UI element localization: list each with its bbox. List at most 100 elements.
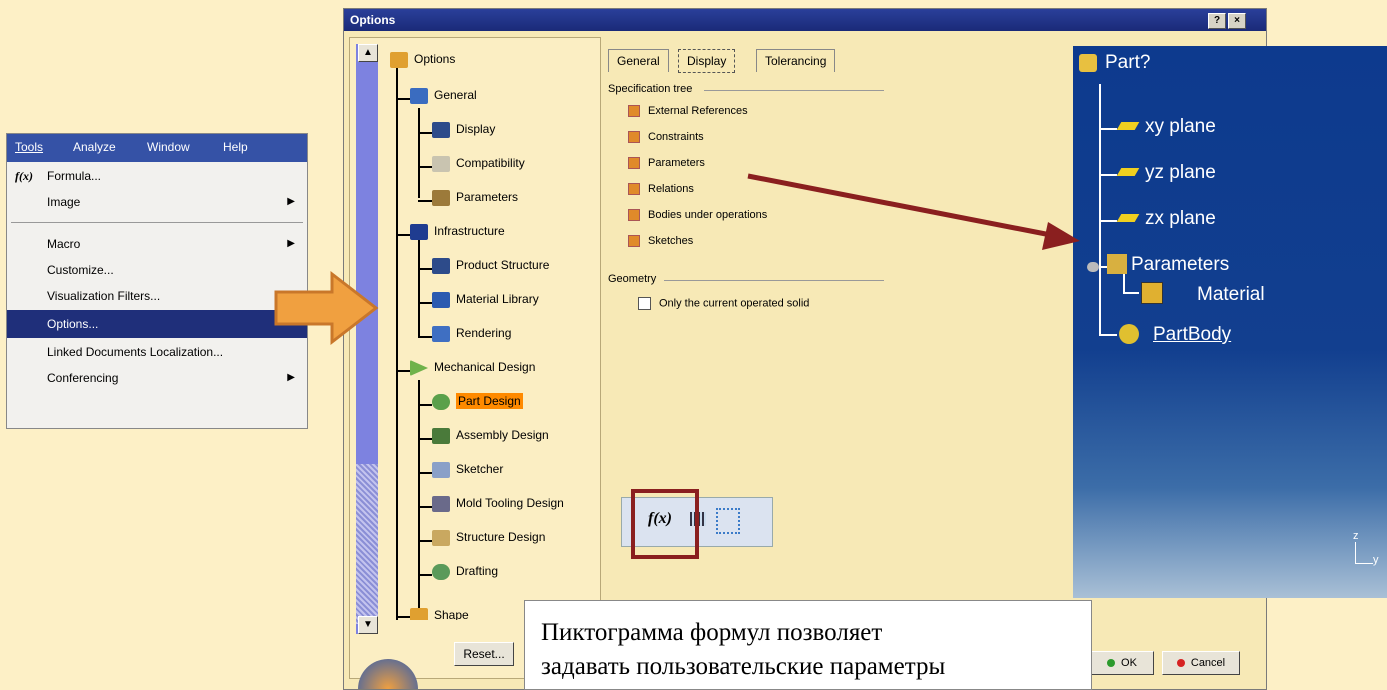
collapse-node-icon[interactable] — [1087, 262, 1099, 272]
infrastructure-icon — [410, 224, 428, 240]
tree-item-xy-plane[interactable]: xy plane — [1145, 116, 1216, 138]
menu-item-image[interactable]: Image ▶ — [7, 188, 307, 216]
checkbox-icon[interactable] — [628, 235, 640, 248]
tab-display[interactable]: Display — [678, 49, 736, 73]
tree-item-part-design[interactable]: Part Design — [432, 393, 523, 410]
checkbox-icon[interactable] — [628, 183, 640, 196]
option-parameters[interactable]: Parameters — [628, 157, 705, 170]
cancel-button[interactable]: Cancel — [1162, 651, 1240, 675]
tree-item-sketcher[interactable]: Sketcher — [432, 462, 503, 478]
tree-item-yz-plane[interactable]: yz plane — [1145, 162, 1216, 184]
tree-item-material-library[interactable]: Material Library — [432, 292, 539, 308]
tree-item-drafting[interactable]: Drafting — [432, 564, 498, 580]
tree-item-parameters[interactable]: Parameters — [432, 190, 518, 206]
caption-line-2: задавать пользовательские параметры — [541, 653, 946, 680]
display-icon — [432, 122, 450, 138]
menu-divider — [11, 222, 303, 223]
option-external-references[interactable]: External References — [628, 105, 748, 118]
formula-menu-icon: f(x) — [15, 169, 33, 183]
option-only-current-solid[interactable]: Only the current operated solid — [638, 297, 809, 310]
option-constraints[interactable]: Constraints — [628, 131, 704, 144]
scroll-down-icon[interactable]: ▼ — [358, 616, 378, 634]
structure-design-icon — [432, 530, 450, 546]
menu-item-conferencing[interactable]: Conferencing ▶ — [7, 364, 307, 392]
tab-general[interactable]: General — [608, 49, 669, 72]
scroll-up-icon[interactable]: ▲ — [358, 44, 378, 62]
tree-item-zx-plane[interactable]: zx plane — [1145, 208, 1216, 230]
mold-tooling-icon — [432, 496, 450, 512]
shape-folder-icon — [410, 608, 428, 620]
menu-item-options[interactable]: Options... — [7, 310, 307, 338]
tree-item-partbody[interactable]: PartBody — [1153, 324, 1231, 346]
axis-y-line — [1355, 563, 1373, 564]
drafting-icon — [432, 564, 450, 580]
menu-help[interactable]: Help — [223, 140, 248, 154]
close-button[interactable]: × — [1228, 13, 1246, 29]
mechanical-design-icon — [410, 360, 428, 376]
red-arrow-icon — [747, 173, 1080, 250]
plane-icon — [1116, 122, 1140, 130]
tree-item-structure-design[interactable]: Structure Design — [432, 530, 545, 546]
tree-item-assembly-design[interactable]: Assembly Design — [432, 428, 549, 444]
options-folder-icon — [390, 52, 408, 68]
sketcher-icon — [432, 462, 450, 478]
orange-arrow-icon — [274, 270, 379, 346]
tree-item-compatibility[interactable]: Compatibility — [432, 156, 525, 172]
tree-item-product-structure[interactable]: Product Structure — [432, 258, 549, 274]
geometry-group-title: Geometry — [608, 273, 657, 285]
checkbox-icon[interactable] — [628, 209, 640, 222]
caption-box: Пиктограмма формул позволяет задавать по… — [524, 600, 1092, 690]
help-button[interactable]: ? — [1208, 13, 1226, 29]
window-titlebar[interactable]: Options ? × — [344, 9, 1266, 31]
submenu-arrow-icon: ▶ — [287, 372, 295, 383]
submenu-arrow-icon: ▶ — [287, 196, 295, 207]
reset-button[interactable]: Reset... — [454, 642, 514, 666]
tree-item-rendering[interactable]: Rendering — [432, 326, 511, 342]
checkbox-icon[interactable] — [628, 157, 640, 170]
options-tree: ▲ ▼ Options General Display Compatibilit… — [349, 37, 601, 679]
tree-item-options[interactable]: Options — [390, 52, 455, 68]
option-sketches[interactable]: Sketches — [628, 235, 693, 248]
tree-item-material[interactable]: Material — [1197, 284, 1265, 306]
ok-button[interactable]: OK — [1090, 651, 1154, 675]
menu-item-visualization-filters[interactable]: Visualization Filters... — [7, 282, 307, 310]
tree-item-parameters[interactable]: Parameters — [1131, 254, 1229, 276]
tree-item-mechanical-design[interactable]: Mechanical Design — [410, 360, 535, 376]
menu-item-formula[interactable]: f(x) Formula... — [7, 162, 307, 190]
partbody-icon — [1119, 324, 1139, 344]
menu-item-linked-documents[interactable]: Linked Documents Localization... — [7, 338, 307, 366]
empty-checkbox-icon[interactable] — [638, 297, 651, 310]
menu-item-macro[interactable]: Macro ▶ — [7, 230, 307, 258]
rendering-icon — [432, 326, 450, 342]
window-title: Options — [350, 13, 396, 27]
checkbox-icon[interactable] — [628, 105, 640, 118]
menu-window[interactable]: Window — [147, 140, 190, 154]
tree-item-display[interactable]: Display — [432, 122, 495, 138]
axis-y-label: y — [1373, 554, 1379, 566]
option-relations[interactable]: Relations — [628, 183, 694, 196]
formula-highlight-box — [631, 489, 699, 559]
plane-icon — [1116, 168, 1140, 176]
checkbox-icon[interactable] — [628, 131, 640, 144]
scroll-track[interactable] — [356, 464, 378, 624]
tab-tolerancing[interactable]: Tolerancing — [756, 49, 836, 72]
general-icon — [410, 88, 428, 104]
menu-analyze[interactable]: Analyze — [73, 140, 116, 154]
tree-item-mold-tooling-design[interactable]: Mold Tooling Design — [432, 496, 564, 512]
tree-item-general[interactable]: General — [410, 88, 477, 104]
tree-icon[interactable] — [716, 508, 740, 534]
axis-z-line — [1355, 542, 1356, 564]
tree-item-infrastructure[interactable]: Infrastructure — [410, 224, 505, 240]
menu-tools[interactable]: Tools — [15, 140, 43, 154]
assembly-design-icon — [432, 428, 450, 444]
caption-line-1: Пиктограмма формул позволяет — [541, 619, 883, 646]
menu-item-customize[interactable]: Customize... — [7, 256, 307, 284]
tree-item-shape[interactable]: Shape — [410, 608, 469, 620]
material-library-icon — [432, 292, 450, 308]
plane-icon — [1116, 214, 1140, 222]
parameters-icon — [432, 190, 450, 206]
tools-menu: Tools Analyze Window Help f(x) Formula...… — [6, 133, 308, 429]
product-structure-icon — [432, 258, 450, 274]
tree-root-part[interactable]: Part? — [1105, 52, 1150, 74]
compatibility-icon — [432, 156, 450, 172]
